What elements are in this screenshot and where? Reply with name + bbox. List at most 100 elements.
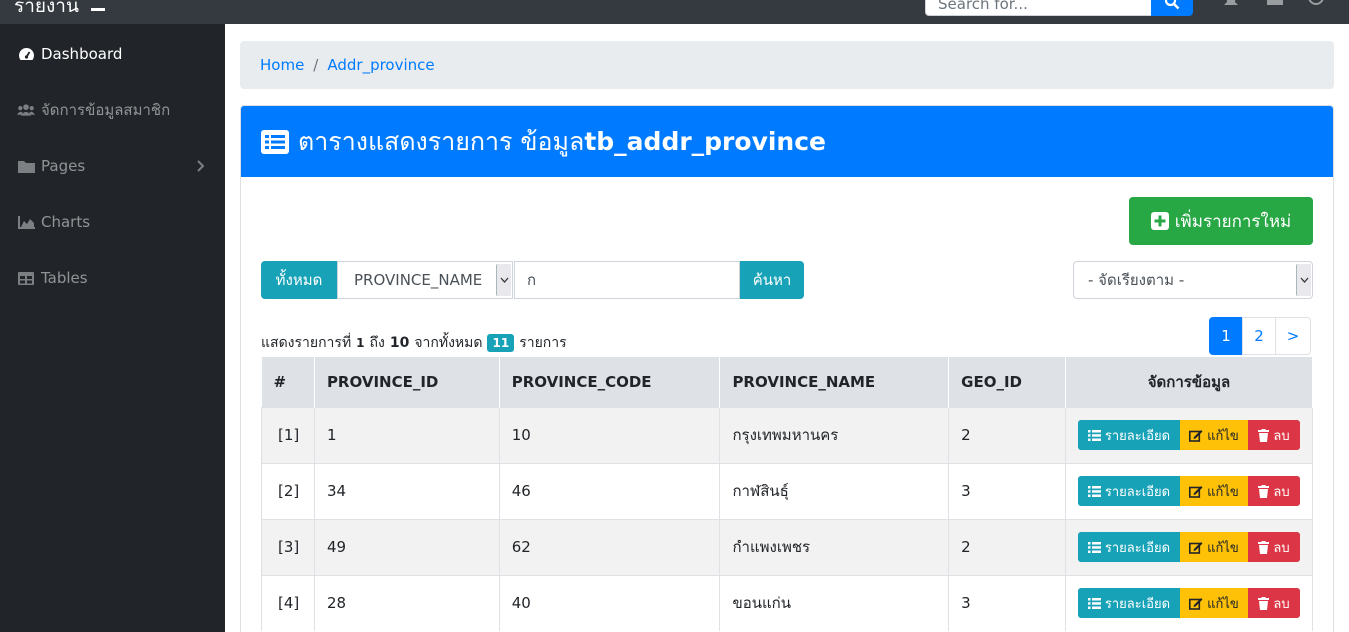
area-chart-icon	[17, 214, 35, 230]
card-title-prefix: ตารางแสดงรายการ ข้อมูล	[298, 126, 585, 156]
brand-title[interactable]: รายงาน	[14, 0, 79, 21]
search-button[interactable]	[1151, 0, 1193, 16]
list-icon	[1087, 485, 1101, 497]
summary-total-label: จากทั้งหมด	[414, 335, 483, 351]
sidebar-item-tables[interactable]: Tables	[0, 250, 225, 306]
top-navbar: รายงาน Search for...	[0, 0, 1349, 24]
delete-label: ลบ	[1273, 540, 1290, 556]
cell-province-id: 49	[314, 518, 500, 575]
sidebar-item-dashboard[interactable]: Dashboard	[0, 26, 225, 82]
sidebar: Dashboard จัดการข้อมูลสมาชิก Pages Chart…	[0, 24, 225, 632]
detail-button[interactable]: รายละเอียด	[1077, 476, 1180, 506]
cell-province-name: กรุงเทพมหานคร	[719, 406, 950, 463]
cell-no: [1]	[261, 406, 315, 463]
list-icon	[1087, 597, 1101, 609]
column-header[interactable]: #	[261, 357, 315, 407]
breadcrumb-current-link[interactable]: Addr_province	[327, 56, 434, 74]
page-1-button[interactable]: 1	[1209, 317, 1243, 355]
sidebar-item-charts[interactable]: Charts	[0, 194, 225, 250]
cell-no: [2]	[261, 462, 315, 519]
search-input[interactable]: Search for...	[925, 0, 1152, 16]
data-card: ตารางแสดงรายการ ข้อมูลtb_addr_province เ…	[240, 105, 1334, 632]
list-icon	[1087, 429, 1101, 441]
find-button[interactable]: ค้นหา	[740, 261, 804, 299]
edit-button[interactable]: แก้ไข	[1179, 588, 1248, 619]
column-header[interactable]: PROVINCE_ID	[314, 357, 500, 407]
edit-button[interactable]: แก้ไข	[1179, 420, 1248, 450]
add-new-button[interactable]: เพิ่มรายการใหม่	[1129, 197, 1313, 245]
envelope-icon[interactable]	[1267, 0, 1283, 6]
edit-button[interactable]: แก้ไข	[1179, 532, 1248, 562]
edit-icon	[1189, 485, 1203, 498]
cell-geo-id: 2	[948, 518, 1066, 575]
edit-label: แก้ไข	[1207, 596, 1239, 612]
delete-button[interactable]: ลบ	[1247, 476, 1300, 506]
card-header: ตารางแสดงรายการ ข้อมูลtb_addr_province	[241, 106, 1333, 177]
sidebar-item-label: Tables	[41, 269, 88, 287]
column-header[interactable]: PROVINCE_CODE	[499, 357, 721, 407]
column-header[interactable]: GEO_ID	[948, 357, 1066, 407]
summary-suffix: รายการ	[519, 335, 567, 351]
user-circle-icon[interactable]	[1308, 0, 1324, 6]
cell-actions: รายละเอียด แก้ไข ลบ	[1065, 518, 1314, 575]
detail-button[interactable]: รายละเอียด	[1077, 532, 1180, 562]
cell-actions: รายละเอียด แก้ไข ลบ	[1065, 462, 1314, 519]
summary-from: 1	[356, 336, 365, 350]
row-actions: รายละเอียด แก้ไข ลบ	[1077, 588, 1312, 619]
pagination: 1 2 >	[1209, 317, 1311, 355]
table-icon	[17, 270, 35, 286]
trash-icon	[1258, 540, 1270, 554]
table-header-row: # PROVINCE_ID PROVINCE_CODE PROVINCE_NAM…	[261, 357, 1314, 407]
next-page-button[interactable]: >	[1275, 317, 1311, 355]
detail-button[interactable]: รายละเอียด	[1077, 420, 1180, 450]
edit-icon	[1189, 597, 1203, 610]
folder-icon	[17, 158, 35, 174]
row-actions: รายละเอียด แก้ไข ลบ	[1077, 532, 1312, 562]
delete-button[interactable]: ลบ	[1247, 420, 1300, 450]
show-all-button[interactable]: ทั้งหมด	[261, 261, 337, 299]
trash-icon	[1258, 484, 1270, 498]
detail-label: รายละเอียด	[1104, 484, 1171, 500]
sort-select[interactable]: - จัดเรียงตาม -	[1073, 261, 1313, 299]
breadcrumb: Home / Addr_province	[240, 41, 1334, 89]
cell-actions: รายละเอียด แก้ไข ลบ	[1065, 406, 1314, 463]
table-row: [3] 49 62 กำแพงเพชร 2 รายละเอียด แก้ไข ล…	[261, 518, 1314, 575]
cell-no: [4]	[261, 574, 315, 631]
sidebar-item-pages[interactable]: Pages	[0, 138, 225, 194]
tachometer-icon	[17, 46, 35, 62]
edit-button[interactable]: แก้ไข	[1179, 476, 1248, 506]
total-count-badge: 11	[487, 334, 515, 352]
cell-province-name: กาฬสินธุ์	[719, 462, 950, 519]
province-table: # PROVINCE_ID PROVINCE_CODE PROVINCE_NAM…	[261, 357, 1314, 631]
delete-button[interactable]: ลบ	[1247, 588, 1300, 619]
add-new-label: เพิ่มรายการใหม่	[1174, 211, 1292, 232]
bell-icon[interactable]	[1223, 0, 1239, 6]
delete-button[interactable]: ลบ	[1247, 532, 1300, 562]
chevron-right-icon	[197, 158, 205, 176]
table-row: [1] 1 10 กรุงเทพมหานคร 2 รายละเอียด แก้ไ…	[261, 406, 1314, 463]
column-header[interactable]: PROVINCE_NAME	[719, 357, 950, 407]
breadcrumb-home-link[interactable]: Home	[260, 56, 304, 74]
cell-actions: รายละเอียด แก้ไข ลบ	[1065, 574, 1314, 631]
edit-label: แก้ไข	[1207, 540, 1239, 556]
list-alt-icon	[261, 129, 289, 154]
edit-icon	[1189, 541, 1203, 554]
edit-label: แก้ไข	[1207, 484, 1239, 500]
record-summary: แสดงรายการที่ 1 ถึง 10 จากทั้งหมด 11 ราย…	[261, 332, 567, 354]
detail-label: รายละเอียด	[1104, 596, 1171, 612]
detail-button[interactable]: รายละเอียด	[1077, 588, 1180, 619]
sidebar-item-label: จัดการข้อมูลสมาชิก	[41, 101, 171, 119]
menu-toggle-icon[interactable]	[90, 7, 105, 11]
keyword-input[interactable]: ก	[514, 261, 740, 299]
cell-province-id: 1	[314, 406, 500, 463]
trash-icon	[1258, 596, 1270, 610]
plus-square-icon	[1150, 212, 1169, 230]
page-2-button[interactable]: 2	[1242, 317, 1276, 355]
users-icon	[17, 102, 35, 118]
detail-label: รายละเอียด	[1104, 540, 1171, 556]
search-field-select[interactable]: PROVINCE_NAME	[337, 261, 513, 299]
sidebar-item-members[interactable]: จัดการข้อมูลสมาชิก	[0, 82, 225, 138]
navbar-brand[interactable]: รายงาน	[14, 0, 105, 21]
cell-province-name: กำแพงเพชร	[719, 518, 950, 575]
chevron-down-icon	[496, 264, 511, 296]
